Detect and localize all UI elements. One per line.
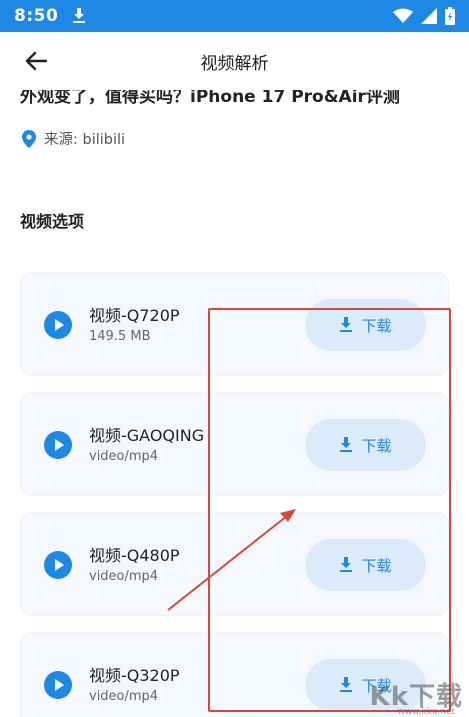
status-icons (393, 7, 455, 25)
video-title: 外观变了，值得买吗？iPhone 17 Pro&Air评测 (20, 90, 400, 107)
status-bar: 8:50 (0, 0, 469, 32)
source-label: 来源: bilibili (44, 132, 126, 148)
download-status-icon (73, 8, 86, 23)
option-name: 视频-Q480P (89, 546, 180, 565)
option-format: video/mp4 (89, 449, 159, 464)
battery-icon (445, 7, 455, 25)
option-name: 视频-Q720P (89, 306, 180, 325)
download-icon (340, 677, 353, 692)
signal-icon (421, 8, 437, 24)
section-title: 视频选项 (20, 212, 85, 231)
wifi-icon (393, 8, 413, 23)
play-icon[interactable] (44, 311, 72, 339)
play-icon[interactable] (44, 671, 72, 699)
video-option-card: 视频-GAOQING video/mp4 下载 (20, 392, 449, 496)
download-button[interactable]: 下载 (305, 299, 426, 351)
download-icon (340, 557, 353, 572)
video-option-card: 视频-Q720P 149.5 MB 下载 (20, 272, 449, 376)
play-icon[interactable] (44, 551, 72, 579)
download-icon (340, 437, 353, 452)
watermark-url: www.kkx.net (397, 707, 456, 717)
option-format: video/mp4 (89, 689, 159, 704)
arrow-left-icon (25, 51, 47, 71)
source-row: 来源: bilibili (22, 128, 125, 149)
video-option-card: 视频-Q480P video/mp4 下载 (20, 512, 449, 616)
play-icon[interactable] (44, 431, 72, 459)
option-format: video/mp4 (89, 569, 159, 584)
page-title: 视频解析 (200, 53, 269, 74)
back-button[interactable] (18, 45, 54, 77)
option-name: 视频-Q320P (89, 666, 180, 685)
option-size: 149.5 MB (89, 329, 151, 344)
option-name: 视频-GAOQING (89, 426, 205, 445)
location-pin-icon (22, 129, 36, 148)
download-button[interactable]: 下载 (305, 419, 426, 471)
content-area[interactable]: 外观变了，值得买吗？iPhone 17 Pro&Air评测 来源: bilibi… (0, 90, 469, 717)
status-time: 8:50 (14, 6, 59, 26)
app-bar: 视频解析 (0, 32, 469, 90)
download-label: 下载 (361, 316, 392, 335)
download-icon (340, 317, 353, 332)
download-label: 下载 (361, 556, 392, 575)
download-label: 下载 (361, 436, 392, 455)
download-button[interactable]: 下载 (305, 539, 426, 591)
